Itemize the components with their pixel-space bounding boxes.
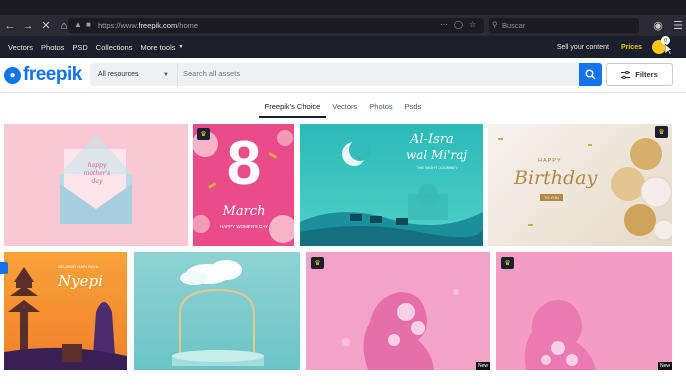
image-tile-birthday[interactable]: ♛ HAPPY Birthday TO YOU: [488, 124, 672, 246]
nav-collections[interactable]: Collections: [96, 43, 133, 52]
lock-icon[interactable]: ■: [86, 20, 91, 29]
desert-night-scene: [300, 139, 483, 246]
hamburger-menu-icon[interactable]: ☰: [670, 17, 686, 33]
image-tile-womens-day[interactable]: ♛ 8 March HAPPY WOMEN'S DAY: [193, 124, 294, 246]
more-actions-icon[interactable]: ⋯: [440, 20, 448, 29]
tile-subtitle: TO YOU: [540, 194, 564, 201]
search-input[interactable]: [183, 69, 563, 78]
url-text: https://www.freepik.com/home: [98, 21, 199, 30]
card-text: happy mother's day: [83, 162, 111, 185]
search-bar: All resources ▼: [90, 63, 581, 86]
paper-silhouette: [342, 289, 459, 370]
pocket-icon[interactable]: ◯: [454, 20, 463, 29]
bookmark-star-icon[interactable]: ☆: [469, 20, 476, 29]
image-tile-pink-profile[interactable]: ♛ New: [496, 252, 672, 370]
search-button[interactable]: [579, 63, 602, 86]
browser-tab-strip: [0, 0, 686, 15]
new-badge: New: [657, 362, 672, 370]
mouse-cursor-icon: [665, 44, 673, 56]
chevron-down-icon: ▼: [178, 44, 184, 50]
sell-content-link[interactable]: Sell your content: [557, 44, 609, 51]
category-tabs: Freepik's Choice Vectors Photos Psds: [0, 96, 686, 118]
premium-crown-icon: ♛: [311, 257, 324, 269]
shield-icon[interactable]: ▲: [74, 20, 82, 29]
site-top-nav: Vectors Photos PSD Collections More tool…: [0, 36, 686, 58]
search-icon: ⚲: [492, 20, 498, 29]
image-tile-women-silhouette[interactable]: ♛ New: [306, 252, 490, 370]
tile-title-line2: wal Mi'raj: [406, 148, 468, 162]
user-avatar[interactable]: 0: [652, 36, 670, 54]
tile-subtitle: HAPPY WOMEN'S DAY: [219, 224, 269, 229]
tile-happy: HAPPY: [538, 158, 562, 164]
filters-icon: [621, 70, 631, 79]
temple-silhouette: [4, 267, 127, 370]
image-tile-mothers-day[interactable]: happy mother's day: [4, 124, 188, 246]
image-tile-cloud-podium[interactable]: [134, 252, 300, 370]
tile-number: 8: [226, 129, 262, 198]
premium-crown-icon: ♛: [197, 128, 210, 140]
paper-profile: [524, 299, 596, 370]
nav-vectors[interactable]: Vectors: [8, 43, 33, 52]
tab-freepiks-choice[interactable]: Freepik's Choice: [258, 96, 327, 118]
tile-subtitle: THE NIGHT JOURNEY: [416, 165, 458, 170]
cloud-podium-scene: [172, 260, 264, 366]
back-icon[interactable]: ←: [2, 18, 18, 34]
logo-text: freepik: [23, 64, 82, 85]
prices-link[interactable]: Prices: [621, 44, 642, 51]
tile-birthday: Birthday: [514, 167, 598, 189]
search-icon: [585, 69, 596, 80]
premium-crown-icon: ♛: [655, 126, 668, 138]
nav-photos[interactable]: Photos: [41, 43, 64, 52]
address-bar[interactable]: ▲ ■ https://www.freepik.com/home ⋯ ◯ ☆: [68, 18, 484, 33]
browser-toolbar: ← → ✕ ⌂ ▲ ■ https://www.freepik.com/home…: [0, 15, 686, 36]
tile-word: March: [222, 204, 266, 219]
freepik-logo[interactable]: ● freepik: [4, 64, 82, 86]
premium-crown-icon: ♛: [501, 257, 514, 269]
side-feedback-tab[interactable]: [0, 262, 8, 274]
tab-vectors[interactable]: Vectors: [326, 96, 363, 118]
forward-icon[interactable]: →: [20, 18, 36, 34]
tile-title: Nyepi: [58, 272, 103, 290]
image-tile-isra-miraj[interactable]: Al-Isra wal Mi'raj THE NIGHT JOURNEY: [300, 124, 483, 246]
tile-title-line1: Al-Isra: [410, 132, 454, 147]
image-tile-nyepi[interactable]: SELAMAT HARI RAYA Nyepi: [4, 252, 127, 370]
resources-select[interactable]: All resources ▼: [90, 63, 178, 86]
resources-select-label: All resources: [98, 71, 139, 78]
nav-psd[interactable]: PSD: [72, 43, 87, 52]
nav-more-tools[interactable]: More tools: [140, 43, 175, 52]
tile-subtitle: SELAMAT HARI RAYA: [58, 264, 99, 269]
new-badge: New: [475, 362, 490, 370]
freepik-logo-icon: ●: [4, 66, 21, 84]
tab-photos[interactable]: Photos: [363, 96, 398, 118]
chevron-down-icon: ▼: [163, 71, 169, 78]
stop-loading-icon[interactable]: ✕: [38, 18, 54, 34]
filters-button[interactable]: Filters: [606, 63, 673, 86]
filters-label: Filters: [635, 70, 658, 79]
browser-search-placeholder: Buscar: [502, 21, 526, 30]
extension-icon[interactable]: ◉: [650, 17, 666, 33]
browser-search-box[interactable]: ⚲ Buscar: [489, 18, 639, 33]
tab-psds[interactable]: Psds: [399, 96, 428, 118]
